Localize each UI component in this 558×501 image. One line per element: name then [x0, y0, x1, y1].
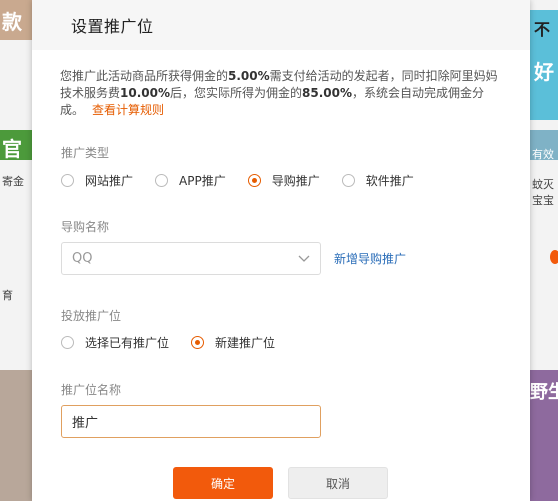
guide-name-label: 导购名称 [61, 220, 110, 234]
chevron-down-icon [298, 255, 310, 262]
placement-radio-group: 选择已有推广位 新建推广位 [61, 334, 297, 351]
commission-pct-service: 10.00% [120, 86, 170, 100]
background-text: 有效 [532, 148, 554, 161]
background-text: 款 [2, 10, 22, 34]
commission-pct-actual: 85.00% [302, 86, 352, 100]
background-text: 好 [534, 60, 554, 84]
background-text: 宝宝 [532, 194, 554, 207]
background-text: 野生 [530, 382, 558, 403]
background-image-left-bottom [0, 370, 32, 501]
radio-label: 选择已有推广位 [85, 336, 170, 350]
background-text: 寄金 [2, 175, 24, 188]
radio-circle[interactable] [341, 174, 355, 187]
background-page-left: 款 官 寄金 育 [0, 0, 32, 501]
promo-type-label: 推广类型 [61, 146, 110, 160]
radio-label: 新建推广位 [215, 336, 276, 350]
background-page-right: 不 好 有效 蚊灭 宝宝 野生 [530, 0, 558, 501]
guide-name-select[interactable]: QQ [61, 242, 321, 275]
background-text: 不 [534, 20, 551, 39]
placement-label: 投放推广位 [61, 309, 122, 323]
commission-notice: 您推广此活动商品所获得佣金的5.00%需支付给活动的发起者，同时扣除阿里妈妈技术… [60, 68, 500, 119]
set-promotion-position-dialog: 设置推广位 您推广此活动商品所获得佣金的5.00%需支付给活动的发起者，同时扣除… [32, 0, 530, 501]
radio-circle[interactable] [61, 336, 74, 349]
radio-guide-promo[interactable]: 导购推广 [247, 172, 320, 189]
cancel-button[interactable]: 取消 [288, 467, 388, 499]
dialog-header: 设置推广位 [32, 0, 530, 50]
notice-text: 后，您实际所得为佣金的 [170, 86, 303, 100]
radio-label: 软件推广 [365, 174, 414, 188]
position-name-label: 推广位名称 [61, 383, 122, 397]
background-text: 蚊灭 [532, 178, 554, 191]
background-text: 官 [2, 137, 22, 161]
background-text: 育 [2, 289, 13, 302]
guide-name-value: QQ [72, 251, 93, 266]
promo-type-radio-group: 网站推广 APP推广 导购推广 软件推广 [61, 172, 436, 189]
view-calculation-rules-link[interactable]: 查看计算规则 [92, 103, 164, 117]
dialog-title: 设置推广位 [71, 17, 154, 36]
commission-pct-activity: 5.00% [228, 69, 270, 83]
radio-label: 导购推广 [271, 174, 320, 188]
radio-software-promo[interactable]: 软件推广 [341, 172, 414, 189]
radio-choose-existing[interactable]: 选择已有推广位 [61, 334, 169, 351]
radio-label: APP推广 [179, 174, 226, 188]
position-name-input[interactable] [61, 405, 321, 438]
radio-circle-selected[interactable] [191, 336, 205, 349]
radio-app-promo[interactable]: APP推广 [155, 172, 226, 189]
background-badge [550, 250, 558, 264]
add-guide-promo-link[interactable]: 新增导购推广 [334, 250, 406, 267]
radio-circle[interactable] [155, 174, 169, 187]
radio-label: 网站推广 [85, 174, 134, 188]
radio-circle[interactable] [61, 174, 74, 187]
radio-website-promo[interactable]: 网站推广 [61, 172, 133, 189]
radio-circle-selected[interactable] [247, 174, 261, 187]
notice-text: 您推广此活动商品所获得佣金的 [60, 69, 229, 83]
radio-create-new[interactable]: 新建推广位 [191, 334, 275, 351]
confirm-button[interactable]: 确定 [173, 467, 273, 499]
